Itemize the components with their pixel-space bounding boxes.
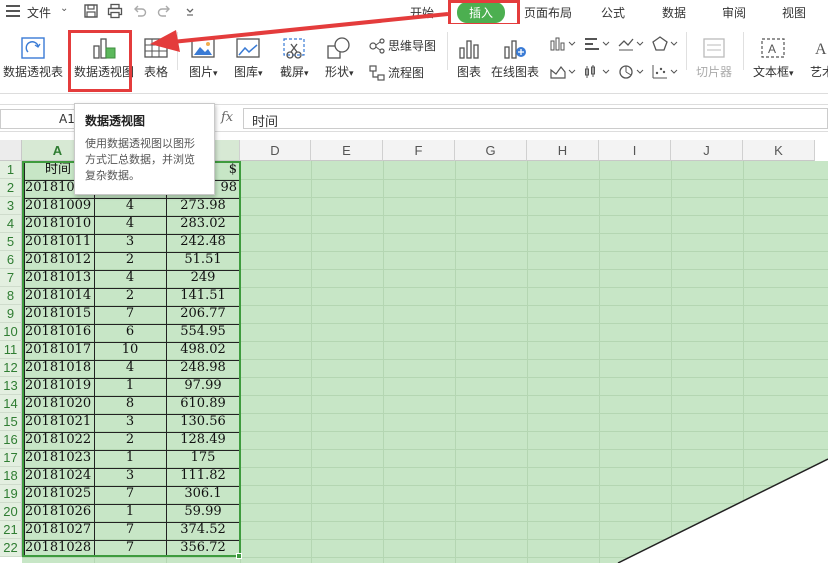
tab-data[interactable]: 数据 [662,4,686,21]
hamburger-menu-icon[interactable] [6,5,20,17]
pivot-table-icon [21,37,45,59]
flowchart-button[interactable]: 流程图 [369,64,424,81]
art-text-label: 艺术 [810,65,828,79]
online-chart-label: 在线图表 [491,65,540,79]
slicer-icon [703,38,725,58]
textbox-label: 文本框 [753,65,790,79]
area-chart-icon[interactable] [549,64,577,80]
pivot-chart-highlight-box [68,30,132,92]
function-icon[interactable]: fx [221,110,233,125]
chart-label: 图表 [456,65,481,79]
chevron-down-icon: ▾ [304,69,309,79]
art-text-button[interactable]: A 艺术 [810,36,828,80]
save-icon[interactable] [83,3,99,19]
chevron-down-icon: ▾ [789,69,794,79]
chart-button[interactable]: 图表 [456,36,482,80]
gallery-label: 图库 [234,65,259,79]
customize-toolbar-icon[interactable] [182,3,198,19]
redo-icon[interactable] [156,3,172,19]
tab-formulas[interactable]: 公式 [601,4,625,21]
spreadsheet-grid[interactable]: ABCDEFGHIJK 1234567891011121314151617181… [0,140,828,563]
gallery-icon [236,38,260,58]
radar-chart-icon[interactable] [651,36,679,52]
chevron-down-icon: ▾ [258,69,263,79]
formula-input[interactable]: 时间 [243,108,828,130]
insert-ribbon: 数据透视表 数据透视图 表格 图片▾ 图库▾ 截屏▾ 形状▾ 思维导图 流程图 … [0,24,828,94]
ribbon-separator [743,32,744,70]
scatter-chart-icon[interactable] [651,64,679,80]
pie-chart-icon[interactable] [617,64,645,80]
mindmap-icon [369,37,385,54]
online-chart-button[interactable]: 在线图表 [491,36,539,80]
tooltip-title: 数据透视图 [85,114,146,128]
stock-chart-icon[interactable] [583,64,611,80]
pivot-table-button[interactable]: 数据透视表 [3,36,63,80]
column-chart-icon[interactable] [549,36,577,52]
tooltip-body: 使用数据透视图以图形方式汇总数据，并浏览复杂数据。 [85,137,195,182]
screenshot-label: 截屏 [280,65,305,79]
picture-label: 图片 [189,65,214,79]
slicer-button[interactable]: 切片器 [696,36,732,80]
scissors-icon [283,38,305,59]
file-menu[interactable]: 文件 [27,4,51,21]
undo-icon[interactable] [132,3,148,19]
textbox-icon: A [761,38,785,58]
slicer-label: 切片器 [696,65,733,79]
print-icon[interactable] [107,3,123,19]
chevron-down-icon: ▾ [349,69,354,79]
tab-review[interactable]: 审阅 [722,4,746,21]
chevron-down-icon[interactable]: ⌄ [60,3,68,14]
bar-horizontal-chart-icon[interactable] [583,36,611,52]
gallery-button[interactable]: 图库▾ [234,36,263,80]
chevron-down-icon: ▾ [213,69,218,79]
picture-icon [191,38,215,58]
ribbon-separator [447,32,448,70]
screenshot-button[interactable]: 截屏▾ [280,36,309,80]
mindmap-button[interactable]: 思维导图 [369,37,436,54]
wps-spreadsheet-window: 文件 ⌄ 开始 插入 页面布局 公式 数据 审阅 视图 数据透视表 数据透视图 … [0,0,828,563]
art-text-icon: A [815,41,827,58]
flowchart-label: 流程图 [388,66,425,80]
menu-bar: 文件 ⌄ 开始 插入 页面布局 公式 数据 审阅 视图 [0,0,828,26]
shape-label: 形状 [325,65,350,79]
flowchart-icon [369,64,385,81]
shape-button[interactable]: 形状▾ [325,36,354,80]
name-box[interactable]: A1 [0,109,78,129]
pivot-chart-tooltip: 数据透视图 使用数据透视图以图形方式汇总数据，并浏览复杂数据。 [74,103,215,195]
online-chart-icon [504,40,526,59]
tab-page-layout[interactable]: 页面布局 [524,4,572,21]
insert-tab-highlight-box [448,0,520,26]
picture-button[interactable]: 图片▾ [189,36,218,80]
svg-text:A: A [768,42,776,56]
page-curl-overlay [617,458,828,563]
mindmap-label: 思维导图 [388,39,437,53]
table-button[interactable]: 表格 [143,36,169,80]
bar-chart-icon [459,40,479,59]
tab-home[interactable]: 开始 [410,4,434,21]
ribbon-separator [177,32,178,70]
pivot-table-label: 数据透视表 [3,65,64,79]
table-icon [144,38,168,58]
line-chart-icon[interactable] [617,36,645,52]
table-label: 表格 [143,65,168,79]
ribbon-separator [686,32,687,70]
shapes-icon [327,37,350,59]
textbox-button[interactable]: A 文本框▾ [753,36,794,80]
svg-text:A: A [815,41,827,58]
tab-view[interactable]: 视图 [782,4,806,21]
